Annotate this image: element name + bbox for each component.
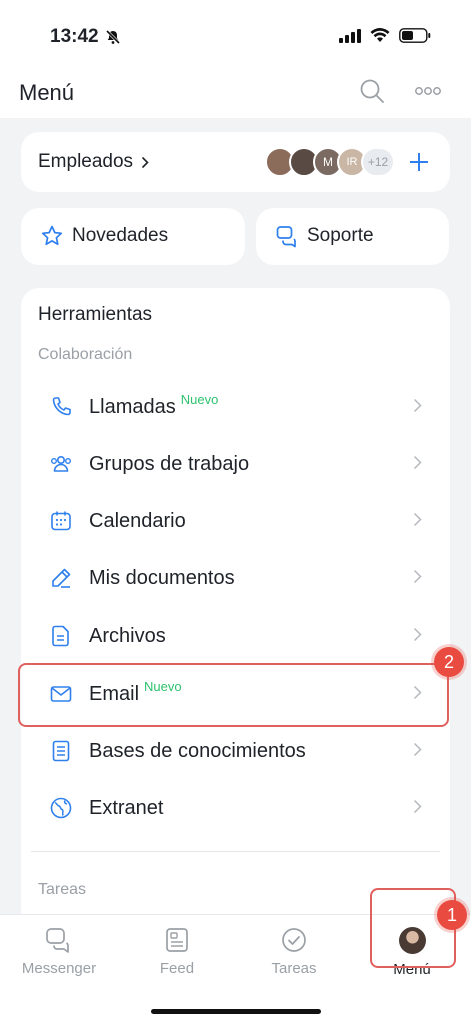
check-circle-icon	[282, 928, 306, 952]
menu-item-label: Mis documentos	[89, 567, 235, 589]
menu-item-files[interactable]: Archivos	[21, 608, 450, 665]
menu-item-label: Archivos	[89, 625, 166, 647]
support-label: Soporte	[307, 225, 374, 246]
more-icon[interactable]	[414, 80, 442, 102]
chevron-right-icon	[413, 742, 422, 757]
tab-label: Feed	[159, 960, 195, 977]
group-icon	[51, 456, 72, 472]
pen-icon	[52, 568, 71, 588]
menu-item-extranet[interactable]: Extranet	[21, 780, 450, 837]
menu-item-label: Grupos de trabajo	[89, 453, 250, 475]
employees-card[interactable]: Empleados M IR +12	[21, 132, 450, 192]
step-badge-1: 1	[437, 900, 467, 930]
battery-icon	[399, 28, 431, 43]
support-button[interactable]: Soporte	[256, 208, 449, 265]
chat-icon	[46, 928, 69, 953]
status-time: 13:42	[50, 26, 121, 48]
globe-icon	[50, 797, 72, 819]
section-collaboration: Colaboración	[38, 346, 133, 363]
chevron-right-icon	[413, 627, 422, 642]
page-header: Menú	[0, 70, 471, 118]
menu-tab-highlight-frame	[370, 888, 456, 968]
employees-link[interactable]: Empleados	[38, 151, 149, 173]
tools-card: Herramientas Colaboración Llamadas Nuevo …	[21, 288, 450, 948]
menu-item-label: Calendario	[89, 510, 186, 532]
employee-avatars[interactable]: M IR +12	[265, 147, 405, 177]
time-text: 13:42	[50, 26, 99, 47]
email-highlight-frame	[18, 663, 449, 727]
chevron-right-icon	[413, 799, 422, 814]
divider	[31, 851, 440, 852]
file-icon	[52, 625, 69, 647]
tab-label: Tareas	[271, 960, 317, 977]
tab-feed[interactable]: Feed	[127, 927, 227, 977]
news-button[interactable]: Novedades	[21, 208, 245, 265]
menu-item-knowledge-bases[interactable]: Bases de conocimientos	[21, 723, 450, 780]
tools-title: Herramientas	[38, 304, 153, 325]
chevron-right-icon	[413, 569, 422, 584]
add-employee-icon[interactable]	[405, 148, 433, 176]
chevron-right-icon	[413, 512, 422, 527]
menu-item-calls[interactable]: Llamadas Nuevo	[21, 379, 450, 436]
menu-item-label: Extranet	[89, 797, 164, 819]
menu-item-my-documents[interactable]: Mis documentos	[21, 550, 450, 607]
step-badge-2: 2	[434, 647, 464, 677]
calendar-icon	[51, 511, 71, 531]
phone-icon	[52, 397, 71, 416]
page-title: Menú	[19, 80, 75, 105]
tab-label: Messenger	[21, 960, 97, 977]
new-badge: Nuevo	[180, 392, 219, 407]
menu-item-calendar[interactable]: Calendario	[21, 493, 450, 550]
tab-messenger[interactable]: Messenger	[9, 927, 109, 977]
status-icons	[339, 28, 431, 43]
wifi-icon	[370, 28, 390, 42]
bell-muted-icon	[105, 29, 120, 45]
feed-icon	[166, 928, 188, 952]
chevron-right-icon	[413, 398, 422, 413]
signal-icon	[339, 28, 361, 43]
news-label: Novedades	[72, 225, 169, 246]
chevron-right-icon	[413, 455, 422, 470]
more-employees-count: +12	[361, 147, 395, 177]
home-indicator	[151, 1009, 321, 1014]
chevron-right-icon	[141, 156, 149, 168]
tab-tasks[interactable]: Tareas	[244, 927, 344, 977]
section-tasks: Tareas	[38, 881, 87, 898]
status-bar: 13:42	[0, 0, 471, 70]
employees-label: Empleados	[38, 151, 134, 172]
search-icon[interactable]	[359, 78, 385, 104]
menu-item-label: Bases de conocimientos	[89, 740, 306, 762]
book-icon	[52, 740, 70, 762]
menu-item-label: Llamadas	[89, 396, 176, 418]
menu-item-workgroups[interactable]: Grupos de trabajo	[21, 436, 450, 493]
chat-bubbles-icon	[276, 226, 296, 248]
star-icon	[41, 225, 63, 246]
